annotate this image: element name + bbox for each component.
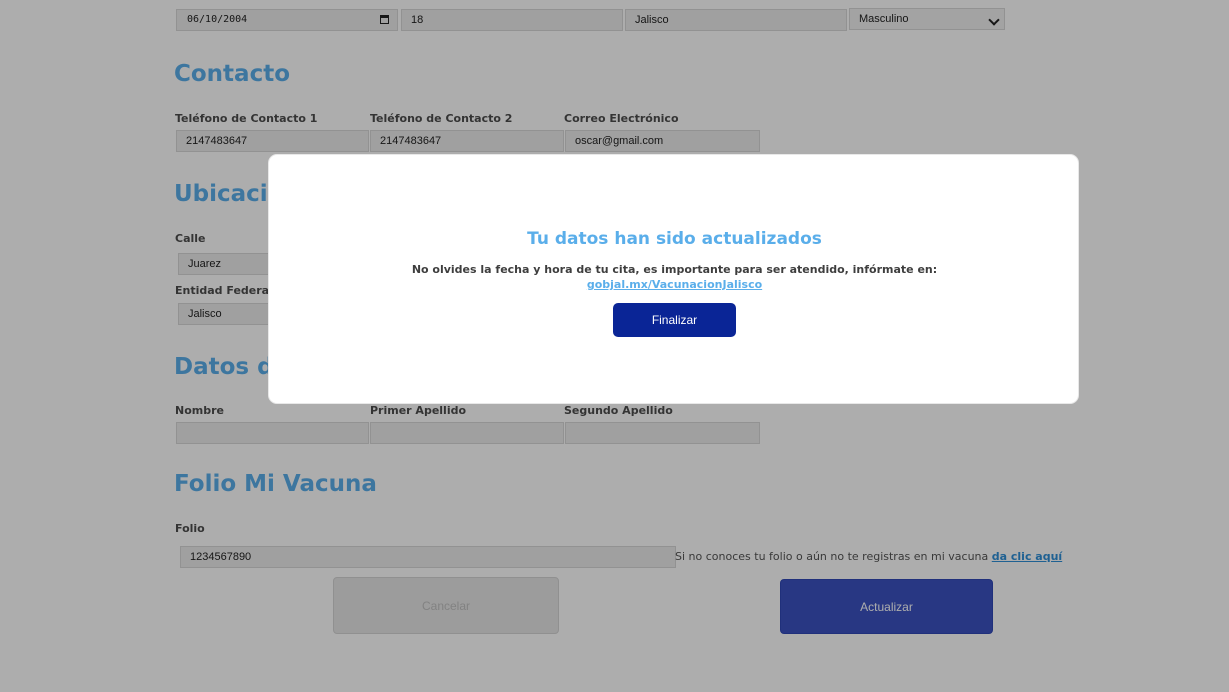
finish-button[interactable]: Finalizar [613,303,736,337]
modal-link[interactable]: gobjal.mx/VacunacionJalisco [587,278,762,291]
success-modal: Tu datos han sido actualizados No olvide… [268,154,1079,404]
modal-title: Tu datos han sido actualizados [527,229,822,249]
modal-message: No olvides la fecha y hora de tu cita, e… [411,263,938,276]
modal-link-row: gobjal.mx/VacunacionJalisco [269,278,1080,291]
